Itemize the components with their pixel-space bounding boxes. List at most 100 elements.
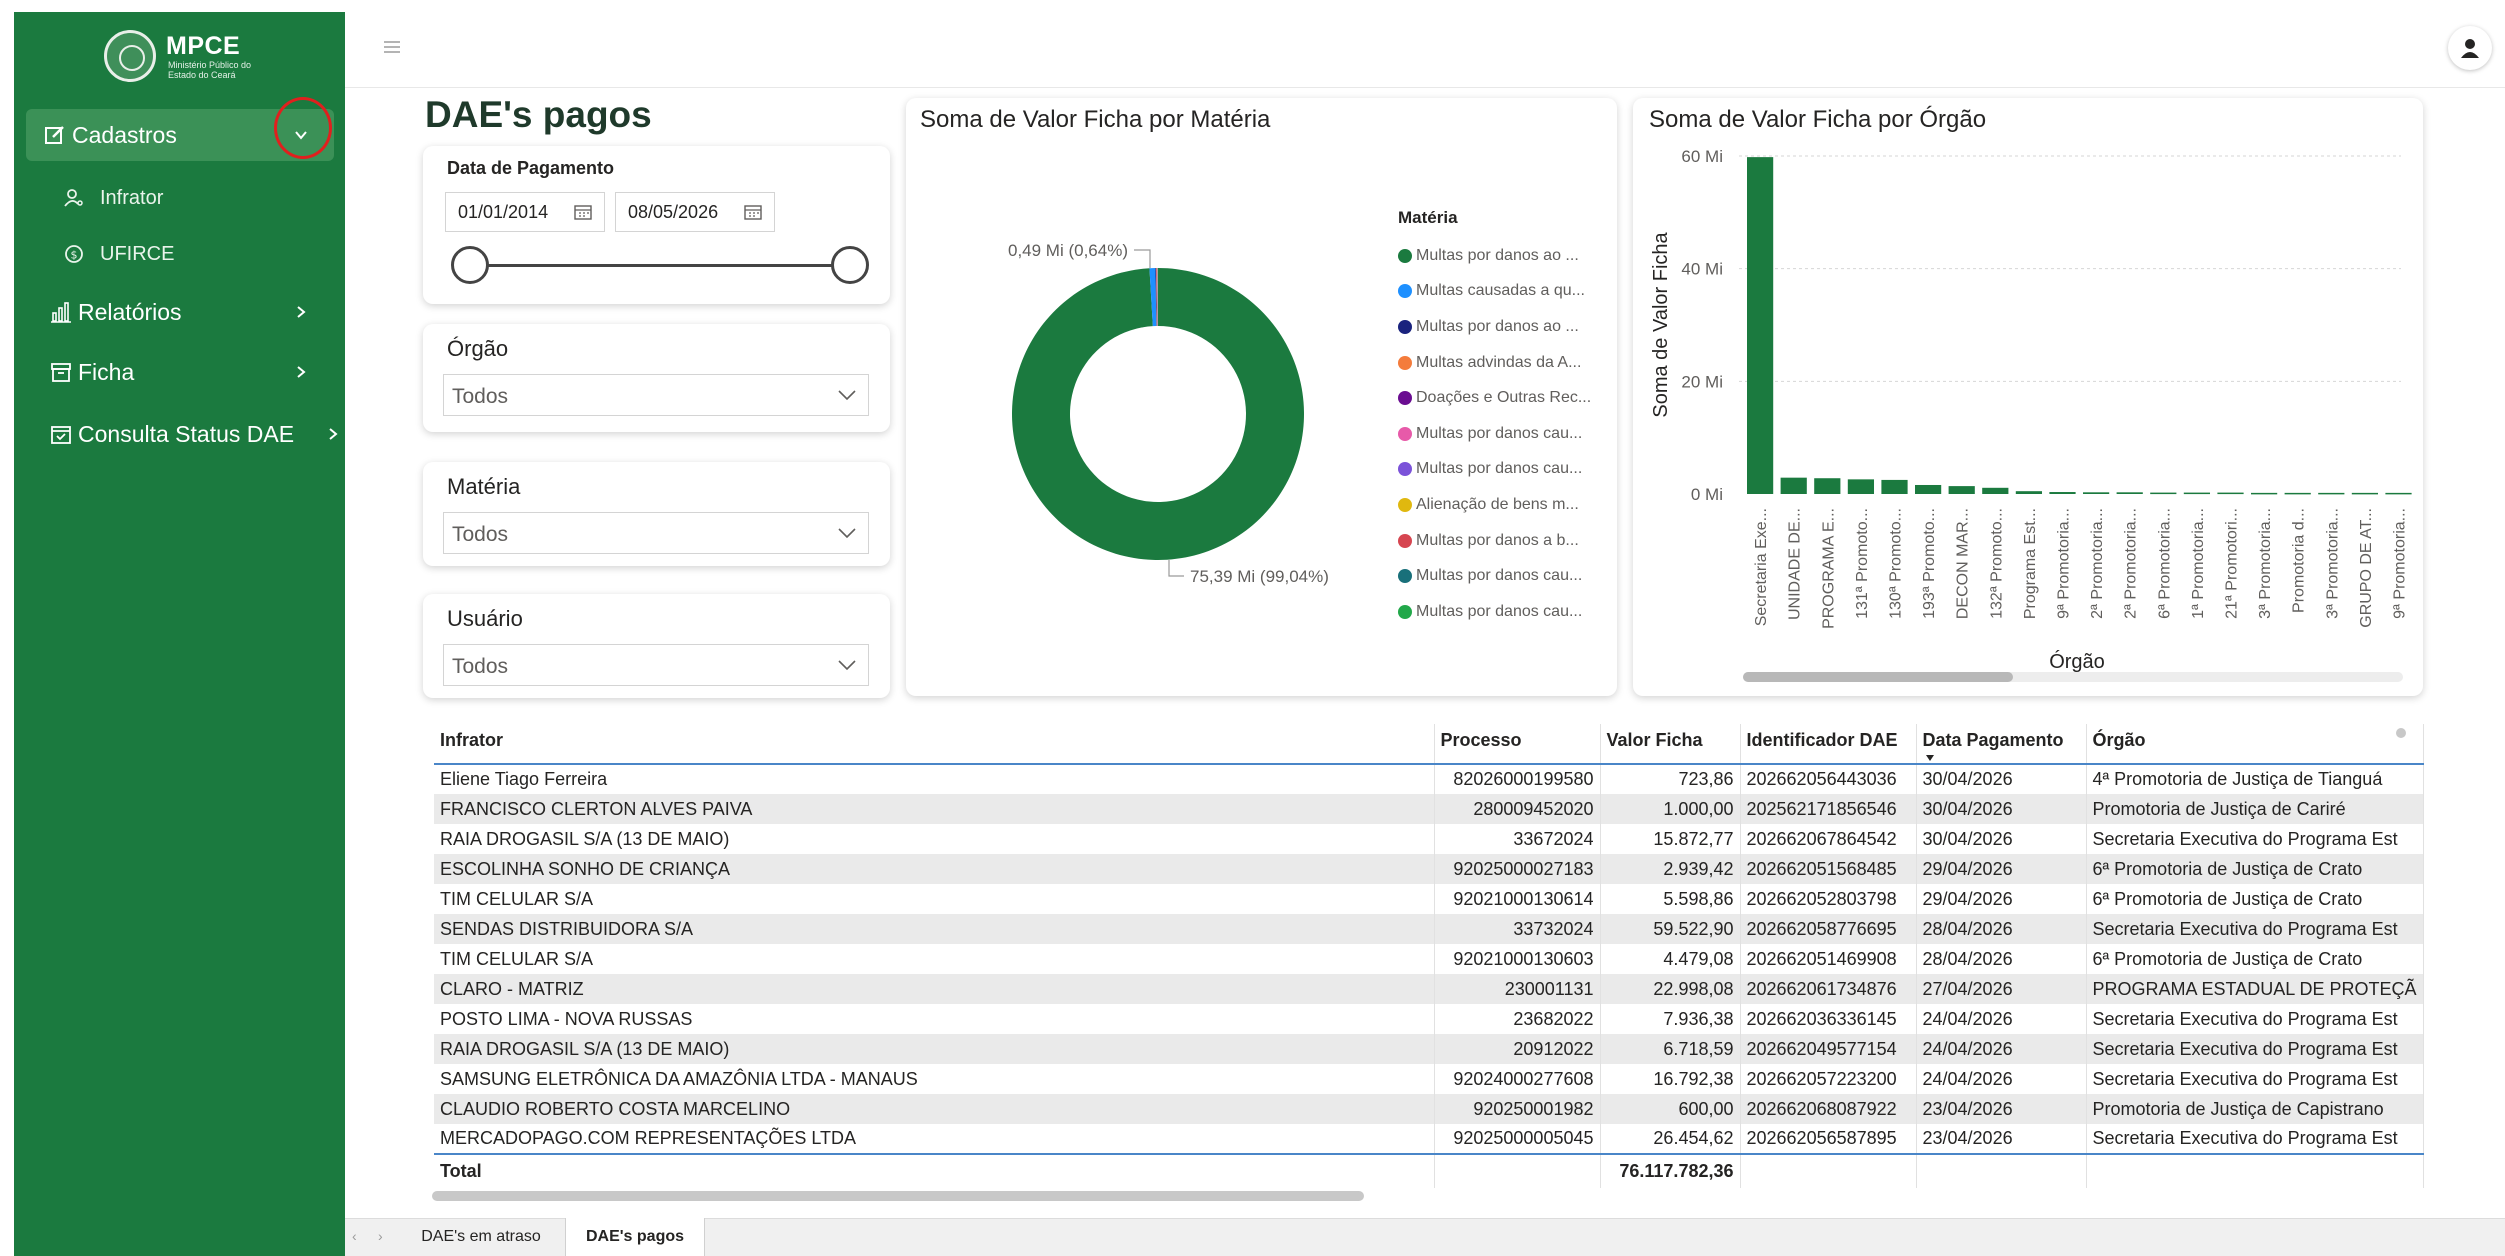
leader-line xyxy=(1168,560,1184,577)
column-header-valor-ficha[interactable]: Valor Ficha xyxy=(1600,724,1741,765)
table-row[interactable]: SAMSUNG ELETRÔNICA DA AMAZÔNIA LTDA - MA… xyxy=(434,1064,2424,1094)
legend-marker xyxy=(1398,248,1412,263)
x-tick-label: 131ª Promoto... xyxy=(1854,508,1871,619)
legend-item[interactable]: Multas por danos a b... xyxy=(1398,523,1610,559)
column-header-data-pagamento[interactable]: Data Pagamento xyxy=(1916,724,2087,765)
table-cell: PROGRAMA ESTADUAL DE PROTEÇÃ xyxy=(2086,974,2424,1004)
table-row[interactable]: POSTO LIMA - NOVA RUSSAS 23682022 7.936,38… xyxy=(434,1004,2424,1034)
table-cell: 6ª Promotoria de Justiça de Crato xyxy=(2086,854,2424,884)
x-tick-label: Programa Est... xyxy=(2022,508,2039,619)
range-end-handle[interactable] xyxy=(831,246,869,284)
legend-item[interactable]: Alienação de bens m... xyxy=(1398,487,1610,523)
x-tick-label: 193ª Promoto... xyxy=(1921,508,1938,619)
scrollbar-thumb[interactable] xyxy=(1743,672,2013,682)
legend-item[interactable]: Multas advindas da A... xyxy=(1398,345,1610,381)
column-header-infrator[interactable]: Infrator xyxy=(434,724,1435,765)
sidebar-item-consulta-status-dae[interactable]: Consulta Status DAE xyxy=(48,414,344,454)
x-tick-label: Secretaria Exe... xyxy=(1753,508,1770,626)
range-start-handle[interactable] xyxy=(451,246,489,284)
table-vertical-scrollbar[interactable] xyxy=(2396,728,2406,738)
legend-label: Multas por danos a b... xyxy=(1416,531,1579,549)
legend-item[interactable]: Multas por danos cau... xyxy=(1398,558,1610,594)
table-cell: ESCOLINHA SONHO DE CRIANÇA xyxy=(434,854,1435,884)
bar xyxy=(1915,484,1942,494)
table-row[interactable]: ESCOLINHA SONHO DE CRIANÇA 92025000027183… xyxy=(434,854,2424,884)
tab-next-icon[interactable]: › xyxy=(378,1228,383,1244)
bar-chart-icon xyxy=(48,299,74,325)
bar xyxy=(2083,492,2110,494)
table-cell: 16.792,38 xyxy=(1600,1064,1741,1094)
table-row[interactable]: TIM CELULAR S/A 92021000130614 5.598,86 202… xyxy=(434,884,2424,914)
date-slicer-label: Data de Pagamento xyxy=(447,158,615,178)
bar xyxy=(1747,157,1774,495)
tab-daes-em-atraso[interactable]: DAE's em atraso xyxy=(405,1218,557,1256)
table-cell: Secretaria Executiva do Programa Est xyxy=(2086,1064,2424,1094)
user-avatar-icon[interactable] xyxy=(2448,26,2492,70)
table-cell: 202662056587895 xyxy=(1740,1124,1917,1154)
legend-marker xyxy=(1398,497,1412,512)
bar xyxy=(2251,492,2278,495)
legend-item[interactable]: Multas causadas a qu... xyxy=(1398,274,1610,310)
materia-dropdown[interactable]: Todos xyxy=(443,512,869,554)
calendar-icon[interactable] xyxy=(574,204,592,220)
hamburger-menu-icon[interactable] xyxy=(384,41,400,55)
legend-item[interactable]: Multas por danos cau... xyxy=(1398,416,1610,452)
calendar-icon[interactable] xyxy=(744,204,762,220)
table-cell: SAMSUNG ELETRÔNICA DA AMAZÔNIA LTDA - MA… xyxy=(434,1064,1435,1094)
legend-marker xyxy=(1398,569,1412,584)
chevron-down-icon xyxy=(838,660,856,671)
sidebar-item-ficha[interactable]: Ficha xyxy=(48,352,334,392)
table-row[interactable]: Eliene Tiago Ferreira 82026000199580 723,8… xyxy=(434,764,2424,794)
materia-chart-card: Soma de Valor Ficha por Matéria 0,49 Mi … xyxy=(906,98,1617,696)
table-row[interactable]: SENDAS DISTRIBUIDORA S/A 33732024 59.522,9… xyxy=(434,914,2424,944)
x-tick-label: GRUPO DE AT... xyxy=(2358,508,2375,628)
table-cell: 23682022 xyxy=(1434,1004,1601,1034)
table-cell: Secretaria Executiva do Programa Est xyxy=(2086,1004,2424,1034)
table-row[interactable]: CLAUDIO ROBERTO COSTA MARCELINO 920250001… xyxy=(434,1094,2424,1124)
column-header-orgao[interactable]: Órgão xyxy=(2086,724,2424,765)
table-row[interactable]: MERCADOPAGO.COM REPRESENTAÇÕES LTDA 92025… xyxy=(434,1124,2424,1154)
start-date-input[interactable]: 01/01/2014 xyxy=(445,192,605,232)
usuario-dropdown[interactable]: Todos xyxy=(443,644,869,686)
tab-daes-pagos[interactable]: DAE's pagos xyxy=(565,1218,705,1256)
table-cell: 4.479,08 xyxy=(1600,944,1741,974)
sidebar-item-ufirce[interactable]: $ UFIRCE xyxy=(62,238,174,270)
table-cell: 92021000130614 xyxy=(1434,884,1601,914)
legend-marker xyxy=(1398,604,1412,619)
legend-item[interactable]: Multas por danos cau... xyxy=(1398,594,1610,630)
table-row[interactable]: CLARO - MATRIZ 230001131 22.998,08 20266206… xyxy=(434,974,2424,1004)
table-horizontal-scrollbar[interactable] xyxy=(432,1191,1364,1201)
x-tick-label: UNIDADE DE... xyxy=(1787,508,1804,620)
table-row[interactable]: RAIA DROGASIL S/A (13 DE MAIO) 20912022 6.… xyxy=(434,1034,2424,1064)
legend-label: Multas por danos ao ... xyxy=(1416,246,1579,264)
orgao-slicer: Órgão Todos xyxy=(423,324,890,432)
column-header-processo[interactable]: Processo xyxy=(1434,724,1601,765)
sidebar-item-infrator[interactable]: Infrator xyxy=(62,182,163,214)
legend-item[interactable]: Multas por danos cau... xyxy=(1398,452,1610,488)
total-cell xyxy=(1434,1153,1601,1188)
table-cell: 30/04/2026 xyxy=(1916,794,2087,824)
end-date-input[interactable]: 08/05/2026 xyxy=(615,192,775,232)
table-cell: 29/04/2026 xyxy=(1916,854,2087,884)
table-cell: 6.718,59 xyxy=(1600,1034,1741,1064)
table-row[interactable]: RAIA DROGASIL S/A (13 DE MAIO) 33672024 15… xyxy=(434,824,2424,854)
horizontal-scrollbar[interactable] xyxy=(1743,672,2403,682)
table-row[interactable]: FRANCISCO CLERTON ALVES PAIVA 28000945202… xyxy=(434,794,2424,824)
table-cell: 23/04/2026 xyxy=(1916,1124,2087,1154)
table-cell: Promotoria de Justiça de Capistrano xyxy=(2086,1094,2424,1124)
chart-legend: Multas por danos ao ... Multas causadas a… xyxy=(1398,238,1610,630)
legend-item[interactable]: Multas por danos ao ... xyxy=(1398,238,1610,274)
orgao-dropdown[interactable]: Todos xyxy=(443,374,869,416)
legend-item[interactable]: Doações e Outras Rec... xyxy=(1398,380,1610,416)
leader-line xyxy=(1134,249,1151,268)
usuario-value: Todos xyxy=(452,655,509,678)
table-cell: 26.454,62 xyxy=(1600,1124,1741,1154)
table-row[interactable]: TIM CELULAR S/A 92021000130603 4.479,08 202… xyxy=(434,944,2424,974)
sidebar-item-label: Infrator xyxy=(100,186,164,209)
table-cell: 30/04/2026 xyxy=(1916,764,2087,794)
column-header-identificador-dae[interactable]: Identificador DAE xyxy=(1740,724,1917,765)
legend-item[interactable]: Multas por danos ao ... xyxy=(1398,309,1610,345)
tab-prev-icon[interactable]: ‹ xyxy=(352,1228,357,1244)
table-cell: 82026000199580 xyxy=(1434,764,1601,794)
sidebar-item-relatorios[interactable]: Relatórios xyxy=(48,292,334,332)
